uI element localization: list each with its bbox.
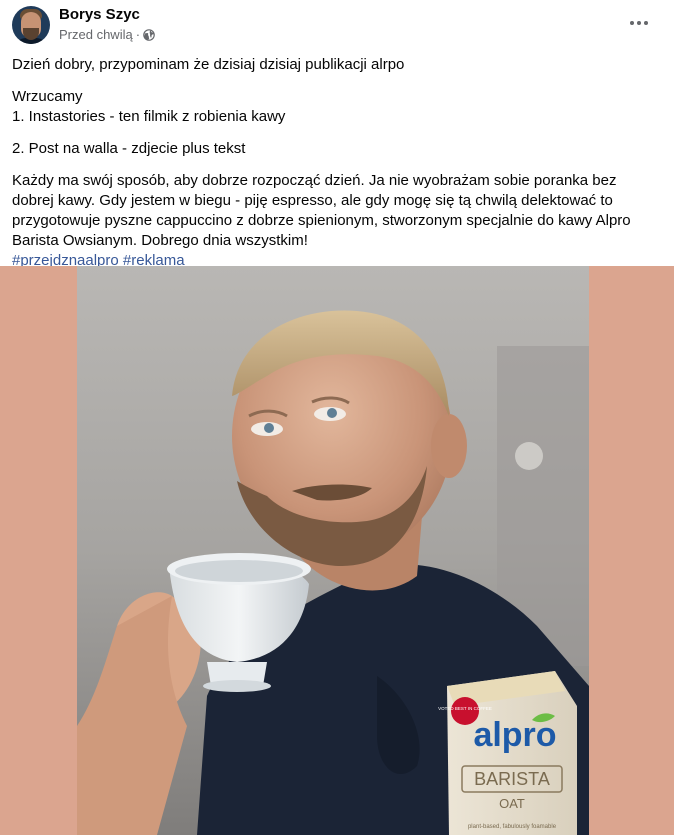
- carton-variant: OAT: [499, 796, 525, 811]
- post-line: Dzień dobry, przypominam że dzisiaj dzis…: [12, 56, 405, 73]
- post-text: Dzień dobry, przypominam że dzisiaj dzis…: [12, 55, 662, 271]
- globe-icon[interactable]: [143, 28, 155, 41]
- carton-badge: VOTED BEST IN COFFEE: [438, 706, 492, 711]
- post-header: Borys Szyc Przed chwilą ·: [0, 0, 674, 48]
- post-line: 2. Post na walla - zdjecie plus tekst: [12, 140, 246, 157]
- post-meta: Przed chwilą ·: [59, 27, 155, 42]
- carton-product: BARISTA: [474, 769, 550, 789]
- meta-separator: ·: [135, 27, 141, 42]
- author-name[interactable]: Borys Szyc: [59, 6, 140, 23]
- post-line: Wrzucamy: [12, 88, 83, 105]
- author-avatar[interactable]: [12, 6, 50, 44]
- more-horizontal-icon: [630, 21, 634, 25]
- post-paragraph: Każdy ma swój sposób, aby dobrze rozpocz…: [12, 172, 631, 249]
- post-timestamp[interactable]: Przed chwilą: [59, 27, 133, 42]
- post-media[interactable]: VOTED BEST IN COFFEE alpro BARISTA OAT p…: [0, 266, 674, 835]
- facebook-post: Borys Szyc Przed chwilą · Dzień dobry, p…: [0, 0, 674, 835]
- post-photo[interactable]: VOTED BEST IN COFFEE alpro BARISTA OAT p…: [77, 266, 589, 835]
- carton-tagline: plant-based, fabulously foamable: [468, 824, 557, 830]
- post-line: 1. Instastories - ten filmik z robienia …: [12, 108, 286, 125]
- alpro-carton: VOTED BEST IN COFFEE alpro BARISTA OAT p…: [438, 671, 577, 835]
- more-options-button[interactable]: [626, 10, 652, 36]
